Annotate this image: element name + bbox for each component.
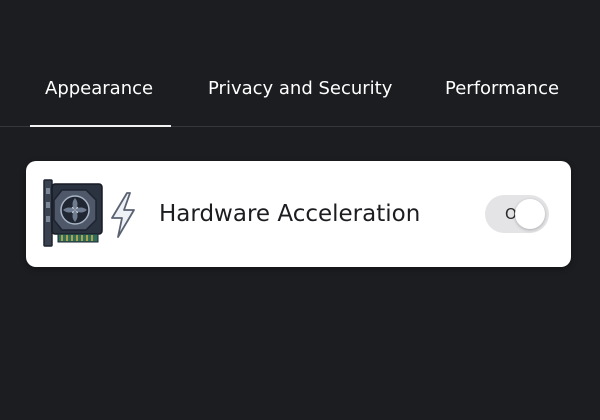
settings-tab-bar: Appearance Privacy and Security Performa… — [0, 0, 600, 127]
tab-performance[interactable]: Performance — [445, 74, 559, 104]
hardware-acceleration-setting-card: Hardware Acceleration On — [26, 161, 571, 267]
toggle-knob — [515, 199, 545, 229]
active-tab-indicator — [30, 125, 171, 127]
tab-appearance[interactable]: Appearance — [45, 74, 153, 104]
lightning-bolt-icon — [108, 191, 138, 239]
hardware-acceleration-toggle[interactable]: On — [485, 195, 549, 233]
tab-privacy-and-security[interactable]: Privacy and Security — [208, 74, 392, 104]
gpu-icon — [42, 178, 106, 250]
setting-label: Hardware Acceleration — [159, 201, 421, 227]
